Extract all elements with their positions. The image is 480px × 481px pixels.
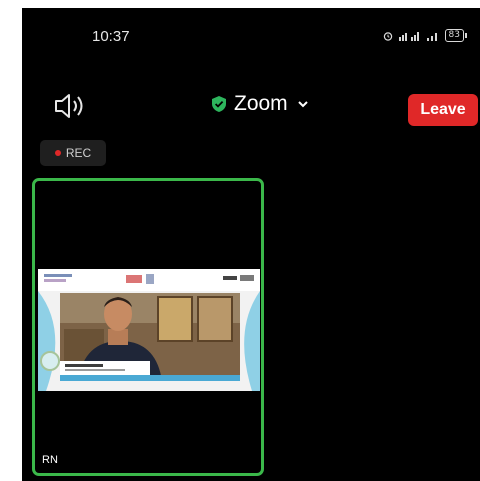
wifi-icon: [426, 32, 437, 41]
recording-dot-icon: [54, 150, 61, 156]
recording-label: REC: [65, 146, 92, 160]
status-time: 10:37: [92, 28, 130, 45]
participant-initials: RN: [42, 454, 58, 466]
status-icons: 83: [383, 29, 468, 42]
meeting-screen: 10:37 83 Zoom Leave REC RN: [22, 8, 480, 481]
alarm-icon: [383, 31, 392, 41]
speaker-icon: [55, 94, 83, 118]
recording-badge: REC: [40, 140, 106, 166]
chevron-down-icon: [297, 101, 308, 108]
battery-icon: 83: [444, 29, 468, 42]
participant-video-tile[interactable]: RN: [32, 178, 264, 476]
meeting-title-dropdown[interactable]: Zoom: [212, 92, 308, 116]
signal-icon: [398, 31, 419, 41]
shield-check-icon: [212, 96, 226, 112]
shared-video-frame: [38, 269, 260, 391]
leave-button[interactable]: Leave: [408, 94, 478, 126]
speaker-button[interactable]: [52, 92, 92, 120]
meeting-title: Zoom: [234, 92, 288, 115]
